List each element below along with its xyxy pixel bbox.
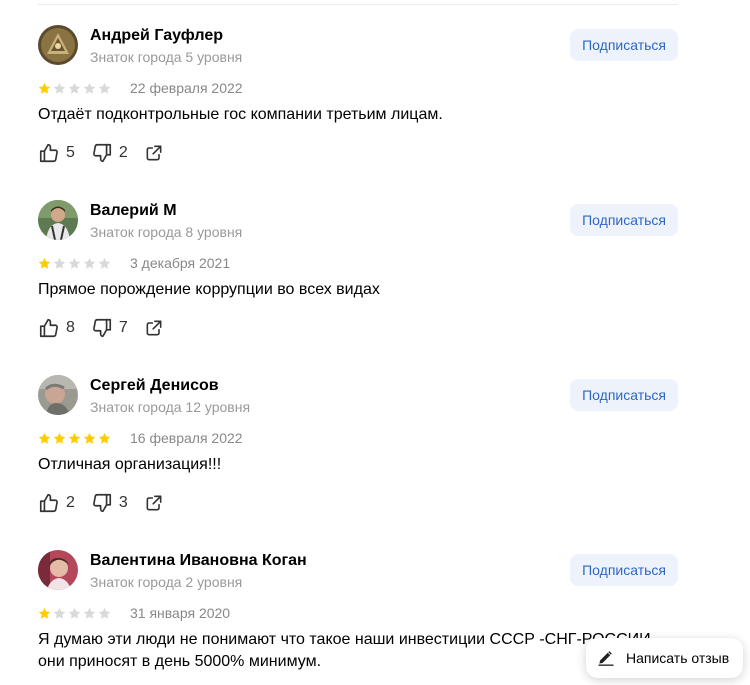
star-filled-icon — [38, 607, 51, 619]
like-count: 8 — [66, 319, 75, 336]
review-actions: 2 3 — [38, 491, 164, 515]
share-button[interactable] — [144, 318, 164, 338]
dislike-count: 7 — [118, 319, 128, 336]
review-text: Прямое порождение коррупции во всех вида… — [38, 281, 380, 298]
author-level: Знаток города 5 уровня — [90, 49, 243, 65]
thumbs-down-icon — [91, 492, 113, 514]
star-empty-icon — [83, 82, 96, 94]
dislike-count: 2 — [118, 144, 128, 161]
review-text: Отличная организация!!! — [38, 456, 222, 473]
top-divider — [38, 4, 678, 5]
subscribe-button[interactable]: Подписаться — [570, 554, 678, 586]
author-name[interactable]: Валентина Ивановна Коган — [90, 552, 307, 570]
thumbs-down-icon — [91, 317, 113, 339]
share-button[interactable] — [144, 143, 164, 163]
star-filled-icon — [38, 257, 51, 269]
star-empty-icon — [68, 607, 81, 619]
dislike-button[interactable]: 7 — [91, 317, 128, 339]
star-empty-icon — [98, 82, 111, 94]
rating-stars — [38, 82, 111, 95]
author-level: Знаток города 8 уровня — [90, 224, 243, 240]
subscribe-button[interactable]: Подписаться — [570, 379, 678, 411]
subscribe-button[interactable]: Подписаться — [570, 29, 678, 61]
star-filled-icon — [38, 432, 51, 444]
review-text: Я думаю эти люди не понимают что такое н… — [38, 631, 651, 670]
like-count: 5 — [66, 144, 75, 161]
review-date: 16 февраля 2022 — [130, 430, 243, 446]
star-empty-icon — [53, 607, 66, 619]
star-empty-icon — [68, 257, 81, 269]
review-text: Отдаёт подконтрольные гос компании треть… — [38, 106, 443, 123]
like-button[interactable]: 8 — [38, 317, 75, 339]
author-level: Знаток города 12 уровня — [90, 399, 251, 415]
star-filled-icon — [53, 432, 66, 444]
avatar[interactable] — [38, 375, 78, 415]
star-filled-icon — [98, 432, 111, 444]
author-level: Знаток города 2 уровня — [90, 574, 243, 590]
star-filled-icon — [68, 432, 81, 444]
thumbs-down-icon — [91, 142, 113, 164]
review-card: Сергей Денисов Знаток города 12 уровня П… — [38, 375, 678, 550]
star-empty-icon — [98, 257, 111, 269]
review-card: Валерий М Знаток города 8 уровня Подписа… — [38, 200, 678, 375]
review-card: Валентина Ивановна Коган Знаток города 2… — [38, 550, 678, 685]
share-icon — [144, 493, 164, 513]
review-date: 22 февраля 2022 — [130, 80, 243, 96]
avatar[interactable] — [38, 550, 78, 590]
author-name[interactable]: Андрей Гауфлер — [90, 27, 223, 45]
star-empty-icon — [98, 607, 111, 619]
star-empty-icon — [83, 257, 96, 269]
dislike-button[interactable]: 3 — [91, 492, 128, 514]
review-actions: 8 7 — [38, 316, 164, 340]
review-date: 31 января 2020 — [130, 605, 231, 621]
like-count: 2 — [66, 494, 75, 511]
avatar[interactable] — [38, 25, 78, 65]
star-empty-icon — [83, 607, 96, 619]
author-name[interactable]: Валерий М — [90, 202, 177, 220]
share-button[interactable] — [144, 493, 164, 513]
star-filled-icon — [83, 432, 96, 444]
share-icon — [144, 318, 164, 338]
write-review-label: Написать отзыв — [626, 650, 730, 666]
review-date: 3 декабря 2021 — [130, 255, 231, 271]
star-empty-icon — [68, 82, 81, 94]
star-empty-icon — [53, 82, 66, 94]
rating-stars — [38, 607, 111, 620]
author-name[interactable]: Сергей Денисов — [90, 377, 219, 395]
like-button[interactable]: 2 — [38, 492, 75, 514]
write-review-button[interactable]: Написать отзыв — [586, 638, 744, 678]
rating-stars — [38, 257, 111, 270]
dislike-button[interactable]: 2 — [91, 142, 128, 164]
avatar[interactable] — [38, 200, 78, 240]
thumbs-up-icon — [38, 317, 60, 339]
rating-stars — [38, 432, 111, 445]
thumbs-up-icon — [38, 492, 60, 514]
subscribe-button[interactable]: Подписаться — [570, 204, 678, 236]
star-filled-icon — [38, 82, 51, 94]
star-empty-icon — [53, 257, 66, 269]
share-icon — [144, 143, 164, 163]
pencil-icon — [596, 647, 616, 670]
like-button[interactable]: 5 — [38, 142, 75, 164]
thumbs-up-icon — [38, 142, 60, 164]
dislike-count: 3 — [118, 494, 128, 511]
review-card: Андрей Гауфлер Знаток города 5 уровня По… — [38, 25, 678, 200]
review-actions: 5 2 — [38, 141, 164, 165]
